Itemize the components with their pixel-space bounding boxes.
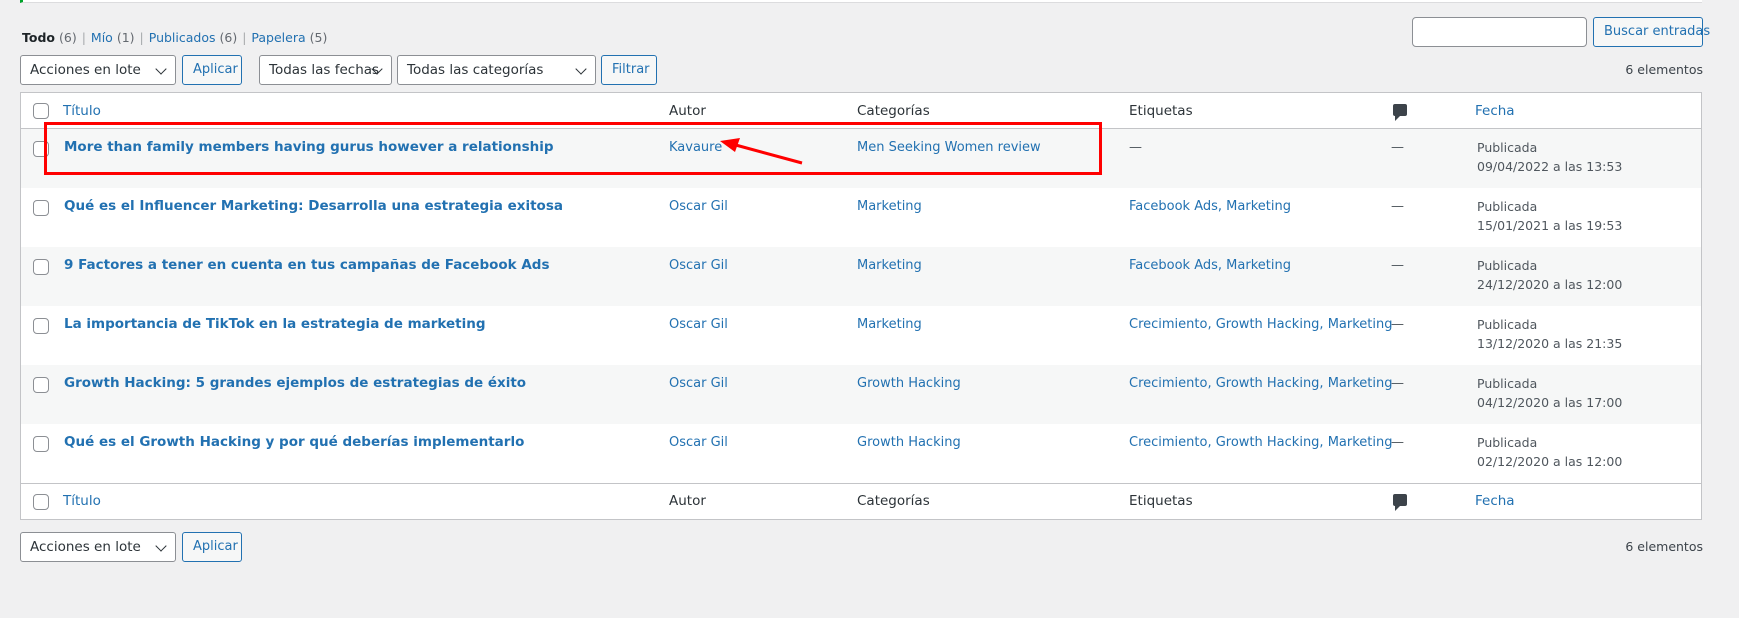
column-date-header[interactable]: Fecha: [1475, 103, 1515, 119]
post-author-link[interactable]: Oscar Gil: [669, 199, 728, 214]
post-author-link[interactable]: Oscar Gil: [669, 317, 728, 332]
row-checkbox[interactable]: [33, 259, 49, 275]
comment-bubble-icon[interactable]: [1393, 494, 1407, 511]
post-comments: —: [1391, 199, 1404, 214]
table-row: 9 Factores a tener en cuenta en tus camp…: [21, 247, 1701, 306]
category-filter-select[interactable]: Todas las categorías: [397, 55, 596, 85]
post-categories-link[interactable]: Marketing: [857, 317, 922, 332]
post-date: Publicada 09/04/2022 a las 13:53: [1477, 140, 1623, 174]
select-all-checkbox-footer[interactable]: [33, 494, 49, 510]
bulk-actions-select-top[interactable]: Acciones en lote: [20, 55, 176, 85]
filter-all[interactable]: Todo (6): [22, 30, 77, 45]
column-categories-footer: Categorías: [857, 493, 930, 509]
row-checkbox[interactable]: [33, 436, 49, 452]
post-tags[interactable]: Facebook Ads, Marketing: [1129, 258, 1291, 273]
search-input[interactable]: [1412, 17, 1587, 47]
admin-notice: [20, 0, 1702, 3]
apply-button-bottom[interactable]: Aplicar: [182, 532, 242, 562]
filter-published[interactable]: Publicados: [149, 30, 216, 45]
post-date: Publicada 15/01/2021 a las 19:53: [1477, 199, 1623, 233]
row-checkbox[interactable]: [33, 200, 49, 216]
post-title-link[interactable]: More than family members having gurus ho…: [64, 139, 554, 155]
post-author-link[interactable]: Kavaure: [669, 140, 722, 155]
table-header: Título Autor Categorías Etiquetas Fecha: [21, 93, 1701, 129]
post-title-link[interactable]: Growth Hacking: 5 grandes ejemplos de es…: [64, 375, 526, 391]
red-arrow-icon: [720, 138, 803, 165]
table-row: More than family members having gurus ho…: [21, 129, 1701, 188]
posts-table: Título Autor Categorías Etiquetas Fecha …: [20, 92, 1702, 520]
post-comments: —: [1391, 317, 1404, 332]
date-filter-select[interactable]: Todas las fechas: [259, 55, 392, 85]
chevron-down-icon: [155, 540, 167, 552]
filter-button[interactable]: Filtrar: [601, 55, 657, 85]
post-author-link[interactable]: Oscar Gil: [669, 376, 728, 391]
post-categories-link[interactable]: Men Seeking Women review: [857, 140, 1041, 155]
filter-trash[interactable]: Papelera: [251, 30, 305, 45]
post-date: Publicada 02/12/2020 a las 12:00: [1477, 435, 1623, 469]
post-tags[interactable]: Crecimiento, Growth Hacking, Marketing: [1129, 376, 1393, 391]
post-tags[interactable]: Crecimiento, Growth Hacking, Marketing: [1129, 317, 1393, 332]
search-posts-button[interactable]: Buscar entradas: [1593, 17, 1710, 47]
post-comments: —: [1391, 258, 1404, 273]
column-author-footer: Autor: [669, 493, 706, 509]
post-title-link[interactable]: Qué es el Growth Hacking y por qué deber…: [64, 434, 524, 450]
post-author-link[interactable]: Oscar Gil: [669, 258, 728, 273]
post-date: Publicada 24/12/2020 a las 12:00: [1477, 258, 1623, 292]
row-checkbox[interactable]: [33, 141, 49, 157]
comment-bubble-icon[interactable]: [1393, 104, 1407, 121]
table-row: Growth Hacking: 5 grandes ejemplos de es…: [21, 365, 1701, 424]
row-checkbox[interactable]: [33, 377, 49, 393]
post-categories-link[interactable]: Growth Hacking: [857, 435, 961, 450]
table-footer: Título Autor Categorías Etiquetas Fecha: [21, 483, 1701, 519]
chevron-down-icon: [155, 63, 167, 75]
chevron-down-icon: [575, 63, 587, 75]
status-filter-links: Todo (6) | Mío (1) | Publicados (6) | Papelera…: [22, 30, 328, 45]
column-tags-footer: Etiquetas: [1129, 493, 1193, 509]
column-date-footer[interactable]: Fecha: [1475, 493, 1515, 509]
post-author-link[interactable]: Oscar Gil: [669, 435, 728, 450]
post-date: Publicada 13/12/2020 a las 21:35: [1477, 317, 1623, 351]
apply-button-top[interactable]: Aplicar: [182, 55, 242, 85]
post-tags[interactable]: Facebook Ads, Marketing: [1129, 199, 1291, 214]
post-title-link[interactable]: La importancia de TikTok en la estrategi…: [64, 316, 486, 332]
column-tags-header: Etiquetas: [1129, 103, 1193, 119]
post-tags: —: [1129, 140, 1142, 155]
bulk-actions-select-bottom[interactable]: Acciones en lote: [20, 532, 176, 562]
post-date: Publicada 04/12/2020 a las 17:00: [1477, 376, 1623, 410]
column-title-footer[interactable]: Título: [63, 493, 101, 509]
post-title-link[interactable]: 9 Factores a tener en cuenta en tus camp…: [64, 257, 550, 273]
post-categories-link[interactable]: Growth Hacking: [857, 376, 961, 391]
table-row: Qué es el Influencer Marketing: Desarrol…: [21, 188, 1701, 247]
filter-mine[interactable]: Mío: [91, 30, 113, 45]
column-author-header: Autor: [669, 103, 706, 119]
select-all-checkbox[interactable]: [33, 103, 49, 119]
table-row: La importancia de TikTok en la estrategi…: [21, 306, 1701, 365]
post-comments: —: [1391, 435, 1404, 450]
post-title-link[interactable]: Qué es el Influencer Marketing: Desarrol…: [64, 198, 563, 214]
row-checkbox[interactable]: [33, 318, 49, 334]
column-categories-header: Categorías: [857, 103, 930, 119]
post-tags[interactable]: Crecimiento, Growth Hacking, Marketing: [1129, 435, 1393, 450]
post-comments: —: [1391, 140, 1404, 155]
post-comments: —: [1391, 376, 1404, 391]
table-row: Qué es el Growth Hacking y por qué deber…: [21, 424, 1701, 483]
items-count-bottom: 6 elementos: [1625, 539, 1703, 554]
post-categories-link[interactable]: Marketing: [857, 258, 922, 273]
items-count-top: 6 elementos: [1625, 62, 1703, 77]
column-title-header[interactable]: Título: [63, 103, 101, 119]
post-categories-link[interactable]: Marketing: [857, 199, 922, 214]
